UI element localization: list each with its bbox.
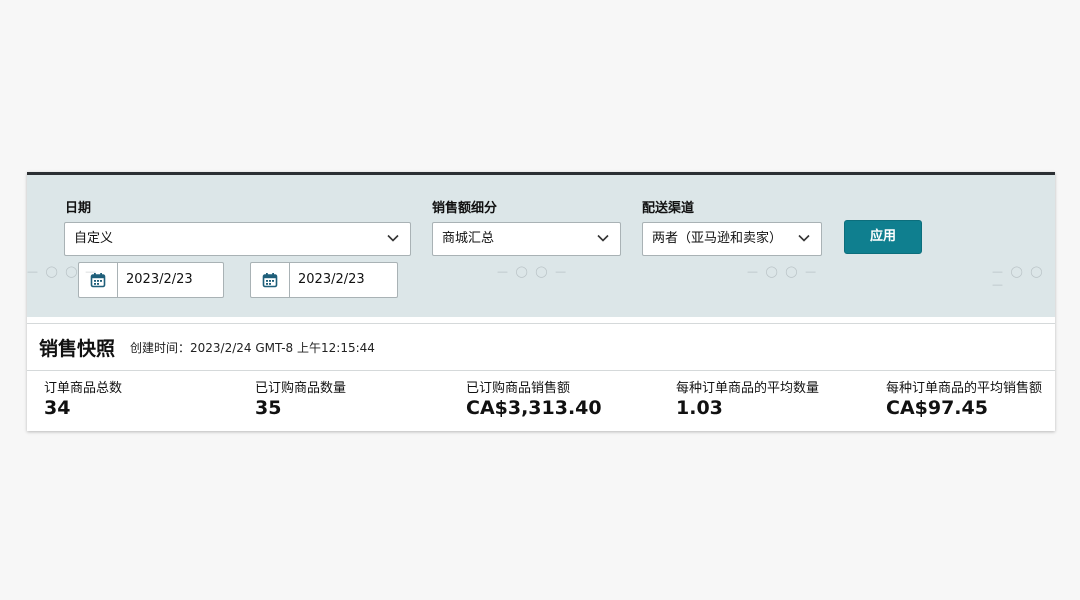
calendar-icon[interactable] xyxy=(79,263,118,297)
metric-ordered-product-sales: 已订购商品销售额 CA$3,313.40 xyxy=(466,377,602,419)
metric-value: 34 xyxy=(44,397,71,419)
fulfillment-channel-label: 配送渠道 xyxy=(642,201,695,216)
watermark-mark: — ◯ ◯ — xyxy=(992,265,1045,291)
metric-total-order-items: 订单商品总数 34 xyxy=(44,377,122,419)
date-label: 日期 xyxy=(65,201,92,216)
sales-breakdown-label: 销售额细分 xyxy=(432,201,498,216)
metric-label: 每种订单商品的平均数量 xyxy=(676,381,820,396)
date-range-value: 自定义 xyxy=(74,231,114,246)
end-date-input[interactable]: 2023/2/23 xyxy=(250,262,398,298)
metric-label: 已订购商品销售额 xyxy=(466,381,571,396)
chevron-down-icon xyxy=(798,234,810,242)
end-date-value: 2023/2/23 xyxy=(298,272,365,287)
apply-button[interactable]: 应用 xyxy=(844,220,922,254)
sales-dashboard-panel: 日期 自定义 2023/2/23 2023/2/23 销售额细分 商城汇总 配送… xyxy=(27,172,1055,431)
snapshot-header: 销售快照 创建时间：2023/2/24 GMT-8 上午12:15:44 xyxy=(27,323,1055,371)
watermark-mark: — ◯ ◯ — xyxy=(747,265,819,278)
metric-label: 订单商品总数 xyxy=(44,381,123,396)
calendar-icon[interactable] xyxy=(251,263,290,297)
metric-value: 35 xyxy=(255,397,282,419)
sales-breakdown-select[interactable]: 商城汇总 xyxy=(432,222,621,256)
chevron-down-icon xyxy=(597,234,609,242)
metric-value: CA$3,313.40 xyxy=(466,397,602,419)
filter-area: 日期 自定义 2023/2/23 2023/2/23 销售额细分 商城汇总 配送… xyxy=(27,175,1055,317)
fulfillment-channel-select[interactable]: 两者（亚马逊和卖家） xyxy=(642,222,822,256)
start-date-input[interactable]: 2023/2/23 xyxy=(78,262,224,298)
metric-value: 1.03 xyxy=(676,397,723,419)
snapshot-title: 销售快照 xyxy=(39,338,116,360)
metric-label: 已订购商品数量 xyxy=(255,381,347,396)
metric-value: CA$97.45 xyxy=(886,397,988,419)
snapshot-created-time: 创建时间：2023/2/24 GMT-8 上午12:15:44 xyxy=(130,341,375,355)
fulfillment-channel-value: 两者（亚马逊和卖家） xyxy=(652,231,783,246)
metric-label: 每种订单商品的平均销售额 xyxy=(886,381,1043,396)
metric-avg-sales-per-order-item: 每种订单商品的平均销售额 CA$97.45 xyxy=(886,377,1042,419)
metric-units-ordered: 已订购商品数量 35 xyxy=(255,377,346,419)
date-range-select[interactable]: 自定义 xyxy=(64,222,411,256)
start-date-value: 2023/2/23 xyxy=(126,272,193,287)
watermark-mark: — ◯ ◯ — xyxy=(497,265,569,278)
sales-breakdown-value: 商城汇总 xyxy=(442,231,495,246)
chevron-down-icon xyxy=(387,234,399,242)
metric-avg-units-per-order-item: 每种订单商品的平均数量 1.03 xyxy=(676,377,819,419)
